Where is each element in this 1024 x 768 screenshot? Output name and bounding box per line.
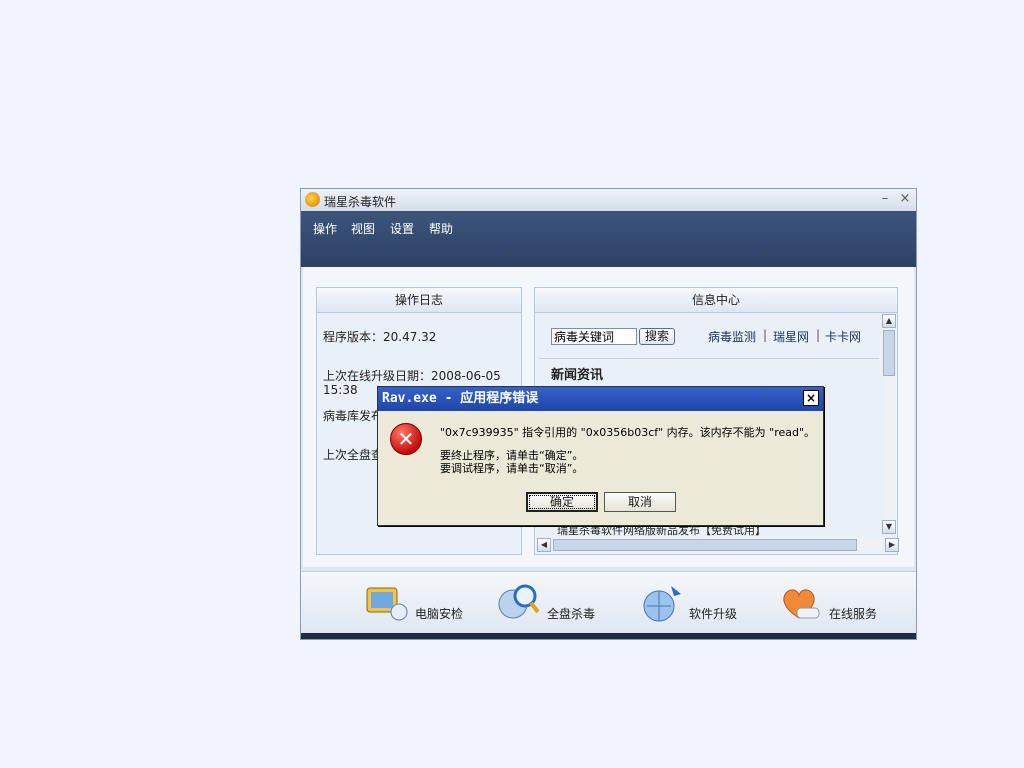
virus-keyword-input[interactable] bbox=[551, 328, 637, 345]
window-title: 瑞星杀毒软件 bbox=[324, 195, 397, 209]
error-message: "0x7c939935" 指令引用的 "0x0356b03cf" 内存。该内存不… bbox=[440, 426, 816, 439]
scroll-down-icon[interactable]: ▼ bbox=[882, 520, 896, 534]
menu-view[interactable]: 视图 bbox=[351, 220, 375, 237]
news-heading: 新闻资讯 bbox=[551, 368, 604, 383]
last-full-scan: 上次全盘查 bbox=[323, 448, 384, 462]
hscroll-thumb[interactable] bbox=[553, 539, 857, 551]
lion-logo-icon bbox=[305, 192, 320, 207]
horizontal-scrollbar[interactable]: ◀ ▶ bbox=[537, 538, 899, 552]
news-item[interactable]: 瑞星杀毒软件网络版新品发布【免费试用】 bbox=[557, 524, 766, 538]
scroll-right-icon[interactable]: ▶ bbox=[885, 538, 899, 552]
menu-help[interactable]: 帮助 bbox=[429, 220, 453, 237]
link-rising-net[interactable]: 瑞星网 bbox=[773, 328, 809, 345]
online-service-label: 在线服务 bbox=[829, 607, 878, 621]
operation-log-title: 操作日志 bbox=[317, 288, 521, 313]
menu-bar: 操作 视图 设置 帮助 首页 杀毒 监控 防御 工具 安检 bbox=[301, 211, 916, 289]
globe-update-icon bbox=[643, 586, 681, 622]
program-version: 程序版本：20.47.32 bbox=[323, 330, 437, 344]
scroll-left-icon[interactable]: ◀ bbox=[537, 538, 551, 552]
link-separator: | bbox=[816, 328, 821, 342]
cancel-button[interactable]: 取消 bbox=[604, 492, 676, 512]
virus-library-date: 病毒库发布 bbox=[323, 409, 384, 423]
error-icon: ✕ bbox=[390, 423, 422, 455]
ok-button[interactable]: 确定 bbox=[526, 492, 598, 512]
last-update-date: 上次在线升级日期：2008-06-05 bbox=[323, 369, 501, 383]
search-button[interactable]: 搜索 bbox=[639, 328, 675, 345]
menu-operate[interactable]: 操作 bbox=[313, 220, 337, 237]
dialog-title: Rav.exe - 应用程序错误 bbox=[378, 387, 823, 411]
link-separator: | bbox=[763, 328, 768, 342]
vertical-scrollbar[interactable]: ▲ ▼ bbox=[882, 314, 896, 534]
link-kaka-net[interactable]: 卡卡网 bbox=[825, 328, 861, 345]
pc-check-icon bbox=[366, 587, 408, 621]
pc-security-check-button[interactable]: 电脑安检 bbox=[363, 580, 473, 630]
dialog-close-button[interactable]: × bbox=[803, 390, 819, 406]
info-center-title: 信息中心 bbox=[535, 288, 897, 313]
menu-settings[interactable]: 设置 bbox=[390, 220, 414, 237]
minimize-button[interactable]: – bbox=[877, 191, 893, 207]
close-button[interactable]: × bbox=[897, 191, 913, 207]
link-virus-monitor[interactable]: 病毒监测 bbox=[708, 328, 756, 345]
scroll-up-icon[interactable]: ▲ bbox=[882, 314, 896, 328]
full-scan-label: 全盘杀毒 bbox=[547, 607, 596, 621]
debug-instruction: 要调试程序，请单击“取消”。 bbox=[440, 462, 584, 475]
application-error-dialog: Rav.exe - 应用程序错误 × ✕ "0x7c939935" 指令引用的 … bbox=[377, 386, 824, 526]
full-scan-button[interactable]: 全盘杀毒 bbox=[495, 580, 605, 630]
window-titlebar: 瑞星杀毒软件 – × bbox=[301, 189, 916, 211]
pc-check-label: 电脑安检 bbox=[415, 607, 464, 621]
online-service-button[interactable]: 在线服务 bbox=[777, 580, 887, 630]
software-update-label: 软件升级 bbox=[689, 607, 738, 621]
heart-hand-icon bbox=[783, 589, 820, 619]
bottom-action-bar: 电脑安检 全盘杀毒 软件升级 在线服务 bbox=[301, 571, 916, 639]
bottom-strip bbox=[301, 633, 916, 639]
magnifier-icon bbox=[498, 584, 540, 619]
software-update-button[interactable]: 软件升级 bbox=[637, 580, 747, 630]
last-update-time: 15:38 bbox=[323, 383, 358, 397]
scroll-thumb[interactable] bbox=[883, 330, 895, 376]
divider bbox=[539, 358, 879, 359]
